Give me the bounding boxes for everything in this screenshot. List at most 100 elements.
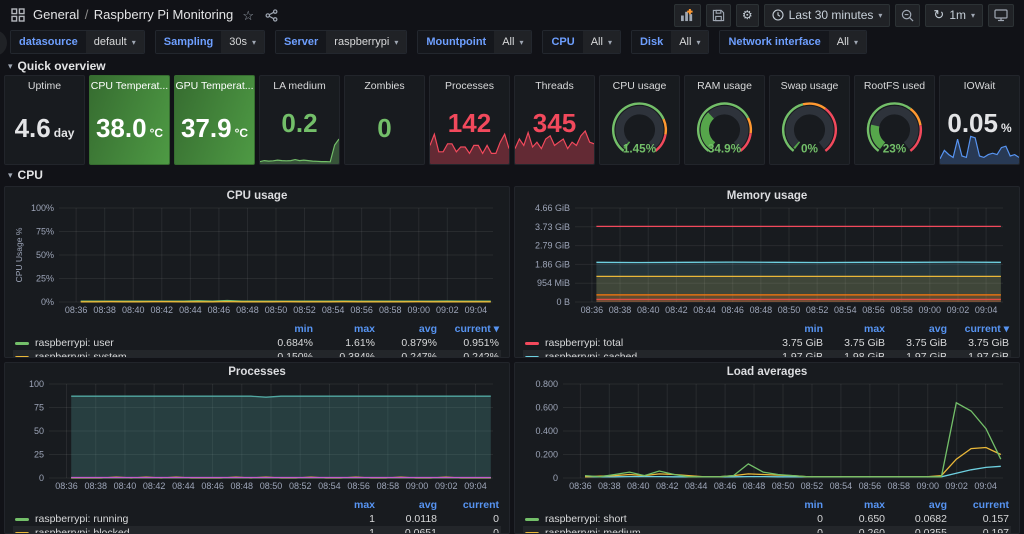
stat-panel-iowait[interactable]: IOWait0.05% (939, 75, 1020, 165)
stat-body: 37.9°C (175, 92, 254, 164)
stat-panel-gpu-temperat[interactable]: GPU Temperat...37.9°C (174, 75, 255, 165)
variable-value-dropdown[interactable]: All▾ (671, 31, 708, 53)
kiosk-tv-icon[interactable] (988, 4, 1014, 27)
svg-text:50: 50 (34, 426, 44, 436)
legend-column-avg[interactable]: avg (375, 323, 437, 335)
page-title[interactable]: Raspberry Pi Monitoring (94, 7, 233, 22)
stat-panel-cpu-usage[interactable]: CPU usage1.45% (599, 75, 680, 165)
chart-panel-title[interactable]: Processes (13, 363, 501, 380)
variable-value-dropdown[interactable]: default▾ (86, 31, 144, 53)
svg-text:08:38: 08:38 (598, 481, 621, 491)
variable-value-dropdown[interactable]: All▾ (829, 31, 866, 53)
legend-series[interactable]: raspberrypi: cached (525, 351, 761, 358)
legend-series[interactable]: raspberrypi: system (15, 351, 251, 358)
stat-title: Processes (430, 76, 509, 92)
legend-value: 0.247% (375, 351, 437, 358)
chevron-down-icon: ▾ (8, 170, 13, 181)
stat-value-row: 0 (377, 115, 391, 141)
legend-value: 0.684% (251, 337, 313, 349)
stat-panel-processes[interactable]: Processes 142 (429, 75, 510, 165)
chart-panel-cpu-usage: CPU usage0%25%50%75%100%08:3608:3808:400… (4, 186, 510, 358)
legend-column-avg[interactable]: avg (375, 499, 437, 511)
share-icon[interactable] (263, 7, 279, 23)
variable-label: Server (276, 31, 326, 53)
svg-text:08:50: 08:50 (772, 481, 795, 491)
legend-value: 1.97 GiB (947, 351, 1009, 358)
stat-panel-zombies[interactable]: Zombies0 (344, 75, 425, 165)
stat-value-row: 142 (448, 110, 491, 136)
stat-panel-uptime[interactable]: Uptime4.6day (4, 75, 85, 165)
legend-column-current[interactable]: current (947, 499, 1009, 511)
legend-series[interactable]: raspberrypi: total (525, 337, 761, 349)
dashboard-settings-gear-icon[interactable]: ⚙ (736, 4, 759, 27)
grafana-dashboard: General / Raspberry Pi Monitoring ☆ ⚙ La… (0, 0, 1024, 534)
legend-series[interactable]: raspberrypi: medium (525, 527, 761, 534)
time-range-picker[interactable]: Last 30 minutes ▾ (764, 4, 891, 27)
top-nav: General / Raspberry Pi Monitoring ☆ ⚙ La… (0, 0, 1024, 28)
breadcrumb-section[interactable]: General (33, 7, 79, 22)
legend-column-current[interactable]: current ▾ (437, 323, 499, 335)
legend-column-min[interactable]: min (761, 499, 823, 511)
save-dashboard-icon[interactable] (706, 4, 731, 27)
legend-row: raspberrypi: system0.150%0.384%0.247%0.2… (13, 350, 501, 358)
chevron-down-icon: ▾ (252, 38, 256, 47)
gauge-value: 1.45% (623, 142, 657, 155)
svg-text:100%: 100% (31, 204, 54, 213)
svg-text:08:36: 08:36 (55, 481, 78, 491)
add-panel-button[interactable] (674, 4, 701, 27)
legend-column-max[interactable]: max (823, 499, 885, 511)
stat-body: 34.9% (685, 92, 764, 164)
chart-panel-title[interactable]: CPU usage (13, 187, 501, 204)
variable-value: All (837, 36, 849, 48)
legend-column-min[interactable]: min (251, 323, 313, 335)
svg-text:25: 25 (34, 450, 44, 460)
variable-value: All (591, 36, 603, 48)
zoom-out-button[interactable] (895, 4, 920, 27)
svg-text:09:04: 09:04 (975, 305, 998, 315)
variable-filter-sampling: Sampling30s▾ (155, 30, 265, 54)
chart-panel-title[interactable]: Load averages (523, 363, 1011, 380)
legend-row: raspberrypi: cached1.97 GiB1.98 GiB1.97 … (523, 350, 1011, 358)
star-icon[interactable]: ☆ (240, 7, 256, 23)
legend-value: 0 (761, 513, 823, 525)
gauge: 1.45% (600, 96, 679, 160)
variable-value-dropdown[interactable]: 30s▾ (221, 31, 264, 53)
svg-text:08:50: 08:50 (265, 305, 288, 315)
stat-panel-rootfs-used[interactable]: RootFS used23% (854, 75, 935, 165)
variable-value-dropdown[interactable]: All▾ (494, 31, 531, 53)
legend-column-avg[interactable]: avg (885, 323, 947, 335)
variable-label: CPU (543, 31, 582, 53)
stat-title: Swap usage (770, 76, 849, 92)
legend-color-dash (15, 342, 29, 345)
svg-text:0.600: 0.600 (535, 403, 558, 413)
legend-series[interactable]: raspberrypi: blocked (15, 527, 313, 534)
legend-column-max[interactable]: max (313, 323, 375, 335)
legend-column-current[interactable]: current (437, 499, 499, 511)
stat-panel-threads[interactable]: Threads345 (514, 75, 595, 165)
refresh-button[interactable]: ↻ 1m ▾ (925, 4, 983, 27)
stat-panel-ram-usage[interactable]: RAM usage34.9% (684, 75, 765, 165)
variable-filter-mountpoint: MountpointAll▾ (417, 30, 532, 54)
legend-value: 0.0118 (375, 513, 437, 525)
legend-series[interactable]: raspberrypi: short (525, 513, 761, 525)
chevron-down-icon: ▾ (394, 38, 398, 47)
legend-column-avg[interactable]: avg (885, 499, 947, 511)
variable-value-dropdown[interactable]: raspberrypi▾ (326, 31, 406, 53)
legend-column-max[interactable]: max (823, 323, 885, 335)
chart-panel-title[interactable]: Memory usage (523, 187, 1011, 204)
variable-value-dropdown[interactable]: All▾ (583, 31, 620, 53)
dashboards-grid-icon[interactable] (10, 7, 26, 23)
legend-column-current[interactable]: current ▾ (947, 323, 1009, 335)
legend-column-max[interactable]: max (313, 499, 375, 511)
stat-panel-cpu-temperat[interactable]: CPU Temperat...38.0°C (89, 75, 170, 165)
stat-panel-la-medium[interactable]: LA medium0.2 (259, 75, 340, 165)
stat-panel-swap-usage[interactable]: Swap usage0% (769, 75, 850, 165)
legend-series[interactable]: raspberrypi: running (15, 513, 313, 525)
time-range-label: Last 30 minutes (789, 8, 874, 22)
section-quick-overview[interactable]: ▾ Quick overview (0, 56, 1024, 75)
section-cpu[interactable]: ▾ CPU (0, 165, 1024, 184)
legend-column-min[interactable]: min (761, 323, 823, 335)
svg-text:08:54: 08:54 (830, 481, 853, 491)
variable-label: Disk (632, 31, 671, 53)
legend-series[interactable]: raspberrypi: user (15, 337, 251, 349)
